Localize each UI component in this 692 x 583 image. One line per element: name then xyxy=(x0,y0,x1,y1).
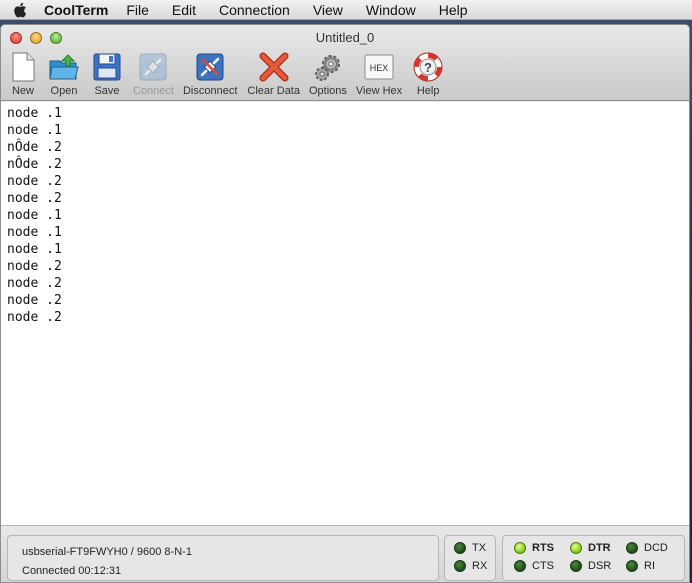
apple-menu-icon[interactable] xyxy=(10,2,30,18)
dtr-indicator[interactable]: DTR xyxy=(570,542,611,554)
cts-indicator: CTS xyxy=(514,560,554,572)
menu-edit[interactable]: Edit xyxy=(172,2,196,18)
cts-led-icon xyxy=(514,560,526,572)
tx-rx-led-panel: TX RX xyxy=(444,535,496,581)
rx-label: RX xyxy=(472,560,488,572)
red-x-icon xyxy=(259,52,289,82)
help-button-label: Help xyxy=(416,85,440,97)
dcd-led-icon xyxy=(626,542,638,554)
connect-button[interactable]: Connect xyxy=(133,51,174,97)
disconnect-button-label: Disconnect xyxy=(182,85,238,97)
clear-data-button[interactable]: Clear Data xyxy=(247,51,300,97)
menu-bar: CoolTerm File Edit Connection View Windo… xyxy=(0,0,692,20)
help-glyph-text: ? xyxy=(424,60,432,75)
terminal-line: node .2 xyxy=(7,310,62,325)
connection-status-text: Connected 00:12:31 xyxy=(22,565,122,577)
gears-icon xyxy=(314,55,340,81)
clear-data-button-label: Clear Data xyxy=(247,85,300,97)
help-button[interactable]: ? Help xyxy=(412,51,444,97)
connect-button-label: Connect xyxy=(133,85,174,97)
menu-file[interactable]: File xyxy=(126,2,149,18)
rts-indicator[interactable]: RTS xyxy=(514,542,554,554)
rx-led-icon xyxy=(454,560,466,572)
cts-label: CTS xyxy=(532,560,554,572)
window-titlebar[interactable]: Untitled_0 New Open Save Connect Disconn… xyxy=(1,25,689,101)
rx-indicator: RX xyxy=(454,560,487,572)
terminal-line: node .1 xyxy=(7,208,62,223)
menu-window[interactable]: Window xyxy=(366,2,416,18)
new-button-label: New xyxy=(11,85,34,97)
ri-led-icon xyxy=(626,560,638,572)
disconnect-plug-icon xyxy=(196,53,224,81)
terminal-line: node .1 xyxy=(7,242,62,257)
save-button[interactable]: Save xyxy=(91,51,123,97)
terminal-line: node .1 xyxy=(7,225,62,240)
rts-led-icon xyxy=(514,542,526,554)
terminal-line: node .1 xyxy=(7,106,62,121)
toolbar: New Open Save Connect Disconnect Clear D… xyxy=(7,51,453,99)
terminal-line: node .2 xyxy=(7,293,62,308)
lifebuoy-icon: ? xyxy=(413,52,443,82)
ri-label: RI xyxy=(644,560,655,572)
view-hex-button[interactable]: HEX View Hex xyxy=(356,51,402,97)
dsr-indicator: DSR xyxy=(570,560,611,572)
save-button-label: Save xyxy=(94,85,120,97)
new-document-icon xyxy=(12,52,35,82)
tx-indicator: TX xyxy=(454,542,486,554)
line-status-led-panel: RTS DTR DCD CTS DSR RI xyxy=(502,535,685,581)
terminal-line: nÔde .2 xyxy=(7,140,62,155)
tx-label: TX xyxy=(472,542,487,554)
tx-led-icon xyxy=(454,542,466,554)
connection-info-panel: usbserial-FT9FWYH0 / 9600 8-N-1 Connecte… xyxy=(7,535,439,581)
coolterm-window: Untitled_0 New Open Save Connect Disconn… xyxy=(0,24,690,583)
menu-view[interactable]: View xyxy=(313,2,343,18)
terminal-line: node .2 xyxy=(7,276,62,291)
dsr-led-icon xyxy=(570,560,582,572)
rts-label: RTS xyxy=(532,542,554,554)
open-folder-icon xyxy=(49,54,79,80)
dcd-indicator: DCD xyxy=(626,542,668,554)
disconnect-button[interactable]: Disconnect xyxy=(183,51,237,97)
dtr-led-icon xyxy=(570,542,582,554)
hex-badge-text: HEX xyxy=(370,63,389,73)
menu-connection[interactable]: Connection xyxy=(219,2,290,18)
options-button-label: Options xyxy=(308,85,347,97)
open-button[interactable]: Open xyxy=(48,51,80,97)
options-button[interactable]: Options xyxy=(309,51,347,97)
menu-app-name[interactable]: CoolTerm xyxy=(44,2,108,18)
terminal-line: nÔde .2 xyxy=(7,157,62,172)
terminal-output[interactable]: node .1 node .1 nÔde .2 nÔde .2 node .2 … xyxy=(1,102,689,525)
new-button[interactable]: New xyxy=(7,51,39,97)
connect-plug-icon xyxy=(139,53,167,81)
terminal-line: node .2 xyxy=(7,174,62,189)
hex-icon: HEX xyxy=(364,54,394,80)
menu-help[interactable]: Help xyxy=(439,2,468,18)
port-settings-text: usbserial-FT9FWYH0 / 9600 8-N-1 xyxy=(22,546,192,558)
terminal-line: node .1 xyxy=(7,123,62,138)
terminal-line: node .2 xyxy=(7,259,62,274)
open-button-label: Open xyxy=(50,85,78,97)
status-bar: usbserial-FT9FWYH0 / 9600 8-N-1 Connecte… xyxy=(1,525,689,582)
dcd-label: DCD xyxy=(644,542,668,554)
floppy-disk-icon xyxy=(93,53,121,81)
dtr-label: DTR xyxy=(588,542,611,554)
ri-indicator: RI xyxy=(626,560,655,572)
dsr-label: DSR xyxy=(588,560,612,572)
window-title: Untitled_0 xyxy=(315,30,375,45)
terminal-line: node .2 xyxy=(7,191,62,206)
view-hex-button-label: View Hex xyxy=(355,85,403,97)
